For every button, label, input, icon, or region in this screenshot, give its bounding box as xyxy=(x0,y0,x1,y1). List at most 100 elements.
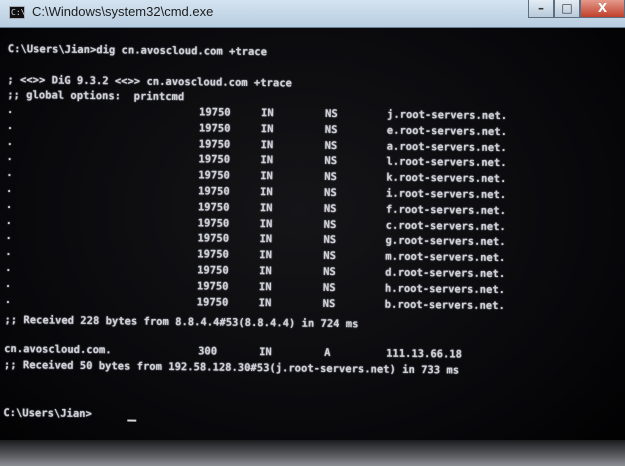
record-type: NS xyxy=(323,218,337,231)
record-row: . 19750 IN NS f.root-servers.net. xyxy=(6,33,608,217)
record-class: IN xyxy=(258,296,272,309)
record-class: IN xyxy=(260,154,274,167)
record-name: . xyxy=(6,135,14,148)
record-ttl: 19750 xyxy=(197,264,229,277)
record-name: . xyxy=(5,230,12,243)
record-row: . 19750 IN NS d.root-servers.net. xyxy=(5,33,608,280)
record-type: NS xyxy=(323,186,337,200)
record-data: a.root-servers.net. xyxy=(386,140,507,154)
record-type: NS xyxy=(324,155,338,168)
record-type: NS xyxy=(324,107,338,121)
record-row: . 19750 IN NS g.root-servers.net. xyxy=(5,33,608,248)
record-class: IN xyxy=(259,201,273,215)
record-name: . xyxy=(4,293,12,306)
cmd-icon: C:\ xyxy=(9,6,26,19)
monitor-screen: C:\ C:\Windows\system32\cmd.exe – □ X C:… xyxy=(0,0,625,466)
record-row: . 19750 IN NS j.root-servers.net. xyxy=(7,33,608,122)
record-data: g.root-servers.net. xyxy=(385,235,506,249)
record-name: cn.avoscloud.com. xyxy=(4,342,112,357)
record-class: IN xyxy=(260,107,274,120)
record-name: . xyxy=(4,277,12,290)
record-ttl: 300 xyxy=(198,345,218,358)
record-ttl: 19750 xyxy=(198,169,230,182)
record-ttl: 19750 xyxy=(198,137,231,151)
record-type: NS xyxy=(324,171,337,184)
minimize-button[interactable]: – xyxy=(528,0,554,18)
record-row: . 19750 IN NS e.root-servers.net. xyxy=(7,33,608,138)
record-name: . xyxy=(6,119,14,132)
global-options: ;; global options: printcmd xyxy=(7,88,185,104)
received-line-1: ;; Received 228 bytes from 8.8.4.4#53(8.… xyxy=(4,313,359,331)
record-ttl: 19750 xyxy=(197,201,230,214)
record-ttl: 19750 xyxy=(197,216,230,230)
record-data: h.root-servers.net. xyxy=(384,282,506,296)
record-row: . 19750 IN NS a.root-servers.net. xyxy=(7,33,608,154)
record-class: IN xyxy=(259,217,273,230)
record-type: NS xyxy=(322,281,336,294)
record-ttl: 19750 xyxy=(197,248,229,261)
record-type: NS xyxy=(323,265,336,279)
prompt-line[interactable]: C:\Users\Jian> xyxy=(3,407,92,420)
answer-record: cn.avoscloud.com. 300 IN A 111.13.66.18 xyxy=(4,33,608,361)
root-records: . 19750 IN NS j.root-servers.net.. 19750 IN NS e… xyxy=(5,33,608,312)
record-data: d.root-servers.net. xyxy=(385,266,506,281)
record-type: NS xyxy=(324,139,338,152)
record-data: m.root-servers.net. xyxy=(385,250,506,265)
console-output[interactable]: C:\Users\Jian>dig cn.avoscloud.com +trac… xyxy=(3,33,608,440)
record-ttl: 19750 xyxy=(198,122,231,135)
record-row: . 19750 IN NS l.root-servers.net. xyxy=(6,33,608,169)
record-name: . xyxy=(5,261,12,275)
record-row: . 19750 IN NS m.root-servers.net. xyxy=(5,33,608,264)
record-data: k.root-servers.net. xyxy=(386,171,507,186)
record-type: NS xyxy=(323,202,337,215)
record-ttl: 19750 xyxy=(198,106,231,119)
record-data: c.root-servers.net. xyxy=(385,219,506,233)
record-name: . xyxy=(6,167,13,180)
record-class: IN xyxy=(259,233,273,246)
title-bar[interactable]: C:\ C:\Windows\system32\cmd.exe – □ X xyxy=(0,0,625,28)
record-data: f.root-servers.net. xyxy=(385,203,507,217)
record-class: IN xyxy=(260,186,273,199)
record-ttl: 19750 xyxy=(196,280,229,293)
monitor-bezel xyxy=(0,440,625,466)
record-name: . xyxy=(5,246,12,259)
record-type: NS xyxy=(323,234,337,247)
record-ttl: 19750 xyxy=(197,232,230,246)
record-data: l.root-servers.net. xyxy=(386,156,507,170)
record-class: IN xyxy=(259,346,272,359)
maximize-button[interactable]: □ xyxy=(554,0,580,18)
record-class: IN xyxy=(260,122,274,136)
record-row: . 19750 IN NS b.root-servers.net. xyxy=(5,33,608,312)
record-name: . xyxy=(5,214,13,227)
text-cursor xyxy=(127,419,137,422)
record-class: IN xyxy=(260,170,273,183)
record-type: NS xyxy=(324,123,338,136)
record-class: IN xyxy=(259,249,273,262)
record-name: . xyxy=(6,103,14,117)
record-class: IN xyxy=(259,265,272,278)
record-row: . 19750 IN NS h.root-servers.net. xyxy=(5,33,608,296)
record-row: . 19750 IN NS c.root-servers.net. xyxy=(6,33,608,233)
record-type: NS xyxy=(322,297,336,310)
record-row: . 19750 IN NS k.root-servers.net. xyxy=(6,33,608,185)
record-type: NS xyxy=(323,250,337,263)
record-ttl: 19750 xyxy=(198,185,230,198)
record-ttl: 19750 xyxy=(196,295,229,309)
record-class: IN xyxy=(258,280,272,294)
dig-header: ; <<>> DiG 9.3.2 <<>> cn.avoscloud.com +… xyxy=(7,73,292,90)
command-line: C:\Users\Jian>dig cn.avoscloud.com +trac… xyxy=(7,42,268,59)
record-ttl: 19750 xyxy=(198,153,231,167)
record-class: IN xyxy=(260,138,274,151)
close-button[interactable]: X xyxy=(580,0,625,18)
record-name: . xyxy=(6,182,13,196)
record-data: j.root-servers.net. xyxy=(386,108,508,123)
record-data: i.root-servers.net. xyxy=(385,187,507,202)
window-title: C:\Windows\system32\cmd.exe xyxy=(32,4,214,19)
record-data: e.root-servers.net. xyxy=(386,124,508,138)
record-name: . xyxy=(5,198,13,211)
record-type: A xyxy=(324,346,331,359)
record-row: . 19750 IN NS i.root-servers.net. xyxy=(6,33,608,201)
record-data: 111.13.66.18 xyxy=(386,347,463,361)
record-data: b.root-servers.net. xyxy=(384,298,505,312)
received-line-2: ;; Received 50 bytes from 192.58.128.30#… xyxy=(3,358,460,377)
